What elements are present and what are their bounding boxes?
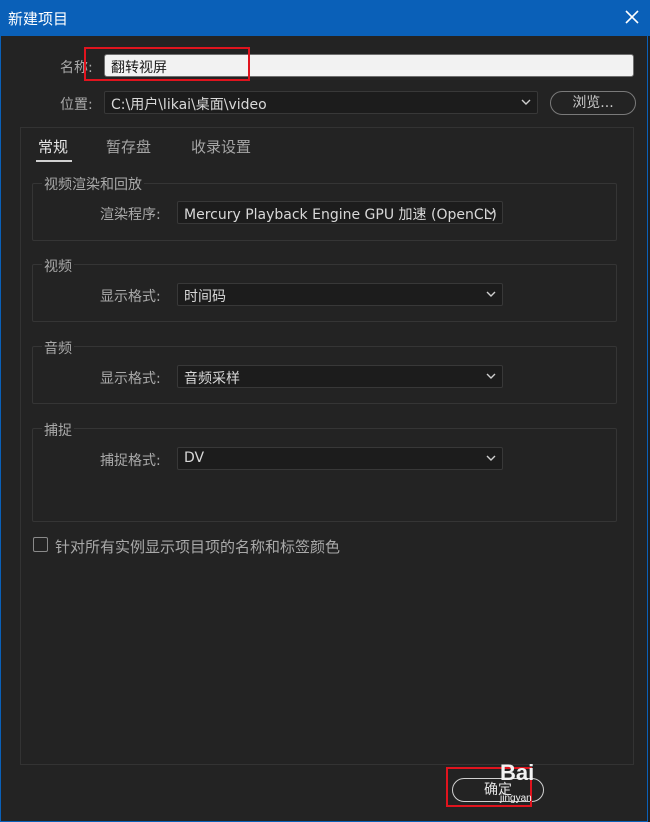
- tab-ingest-settings[interactable]: 收录设置: [191, 136, 251, 157]
- capture-group: [32, 428, 617, 522]
- close-icon[interactable]: [620, 4, 644, 30]
- chevron-down-icon: [486, 209, 496, 215]
- renderer-value: Mercury Playback Engine GPU 加速 (OpenCL): [184, 207, 497, 223]
- capture-group-title: 捕捉: [42, 420, 74, 440]
- video-display-format-select[interactable]: 时间码: [177, 283, 503, 306]
- audio-group-title: 音频: [42, 338, 74, 358]
- render-group-title: 视频渲染和回放: [42, 174, 144, 194]
- project-name-value: 翻转视屏: [111, 60, 167, 76]
- tab-scratch-disks[interactable]: 暂存盘: [106, 136, 151, 157]
- title-bar: 新建项目: [0, 0, 650, 36]
- chevron-down-icon: [486, 291, 496, 297]
- capture-format-select[interactable]: DV: [177, 447, 503, 470]
- show-names-checkbox-label: 针对所有实例显示项目项的名称和标签颜色: [55, 538, 341, 556]
- audio-display-format-label: 显示格式:: [100, 371, 161, 387]
- capture-format-label: 捕捉格式:: [100, 453, 161, 469]
- renderer-label: 渲染程序:: [100, 207, 161, 223]
- tab-general[interactable]: 常规: [38, 136, 68, 157]
- chevron-down-icon: [486, 373, 496, 379]
- project-name-input[interactable]: 翻转视屏: [104, 54, 634, 77]
- renderer-select[interactable]: Mercury Playback Engine GPU 加速 (OpenCL): [177, 201, 503, 224]
- capture-format-value: DV: [184, 450, 205, 466]
- chevron-down-icon: [521, 99, 531, 105]
- watermark-text: jingyan: [500, 793, 532, 804]
- watermark-logo: Bai: [500, 760, 535, 785]
- video-display-format-label: 显示格式:: [100, 289, 161, 305]
- audio-display-format-select[interactable]: 音频采样: [177, 365, 503, 388]
- audio-display-format-value: 音频采样: [184, 371, 240, 387]
- name-label: 名称:: [60, 60, 93, 76]
- chevron-down-icon: [486, 455, 496, 461]
- video-group-title: 视频: [42, 256, 74, 276]
- active-tab-indicator: [36, 160, 72, 162]
- window-title: 新建项目: [8, 10, 69, 28]
- location-value: C:\用户\likai\桌面\video: [111, 97, 267, 113]
- location-select[interactable]: C:\用户\likai\桌面\video: [104, 91, 538, 114]
- video-display-format-value: 时间码: [184, 289, 226, 305]
- show-names-checkbox[interactable]: [33, 537, 48, 552]
- browse-button[interactable]: 浏览...: [550, 91, 636, 115]
- location-label: 位置:: [60, 97, 93, 113]
